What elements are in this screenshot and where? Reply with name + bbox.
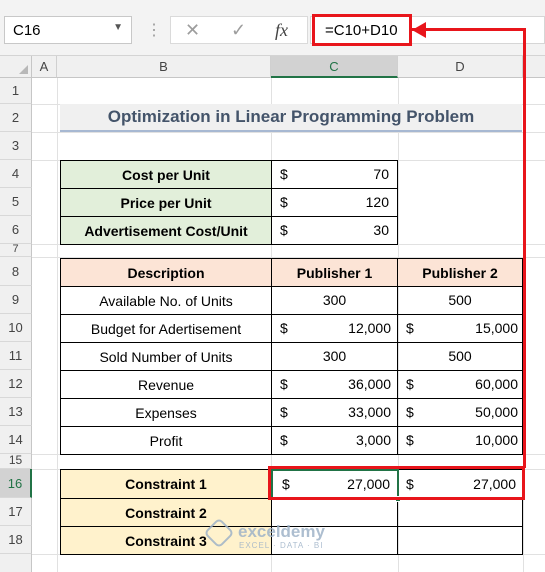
cell-value: 500 [448,348,472,364]
watermark-name: exceldemy [238,522,325,541]
column-header-d[interactable]: D [398,56,523,78]
constraint-2-publisher-2-cell[interactable] [397,498,523,527]
publisher-2-cell[interactable]: 500 [397,286,523,315]
table-header-description[interactable]: Description [60,258,272,287]
currency-symbol: $ [280,376,288,392]
publisher-2-cell[interactable]: 500 [397,342,523,371]
formula-buttons: ✕ ✓ fx [170,16,308,44]
cell-value: 500 [448,292,472,308]
table-row-label[interactable]: Sold Number of Units [60,342,272,371]
row-header[interactable]: 3 [0,132,32,160]
sheet-title[interactable]: Optimization in Linear Programming Probl… [60,104,522,132]
currency-symbol: $ [280,404,288,420]
input-label-cell[interactable]: Price per Unit [60,188,272,217]
input-value-cell[interactable]: $ 30 [271,216,398,245]
input-value-cell[interactable]: $ 70 [271,160,398,189]
currency-symbol: $ [280,166,288,182]
row-header[interactable]: 17 [0,498,32,526]
publisher-2-cell[interactable]: $ 10,000 [397,426,523,455]
cell-value: 15,000 [475,320,518,336]
cell-value: 10,000 [475,432,518,448]
gridline [57,78,58,572]
arrow-line [412,28,526,31]
column-header-e[interactable] [523,56,545,78]
table-row-label[interactable]: Budget for Adertisement [60,314,272,343]
cell-value: 300 [322,292,347,308]
row-header[interactable]: 2 [0,104,32,132]
currency-symbol: $ [406,320,414,336]
currency-symbol: $ [406,432,414,448]
more-options-icon: ⋮ [146,22,162,39]
currency-symbol: $ [406,376,414,392]
cell-value: 36,000 [348,376,391,392]
column-header-b[interactable]: B [57,56,271,78]
table-header-publisher-1[interactable]: Publisher 1 [271,258,398,287]
cell-value: 300 [322,348,347,364]
highlight-box [268,466,525,500]
row-header[interactable]: 10 [0,314,32,342]
publisher-1-cell[interactable]: $ 33,000 [271,398,398,427]
publisher-1-cell[interactable]: 300 [271,342,398,371]
table-header-publisher-2[interactable]: Publisher 2 [397,258,523,287]
constraint-label[interactable]: Constraint 1 [60,469,272,499]
input-value: 30 [373,222,389,238]
gridline [32,132,545,133]
row-header[interactable]: 8 [0,257,32,286]
publisher-1-cell[interactable]: 300 [271,286,398,315]
arrow-head-icon [412,22,426,38]
currency-symbol: $ [280,222,288,238]
input-label-cell[interactable]: Advertisement Cost/Unit [60,216,272,245]
watermark-tagline: EXCEL · DATA · BI [239,541,324,550]
enter-icon[interactable]: ✓ [231,20,246,41]
constraint-3-publisher-2-cell[interactable] [397,526,523,555]
input-value: 120 [365,194,389,210]
row-header[interactable]: 18 [0,526,32,554]
table-row-label[interactable]: Profit [60,426,272,455]
name-box-value: C16 [13,22,41,39]
input-label-cell[interactable]: Cost per Unit [60,160,272,189]
formula-text[interactable]: =C10+D10 [312,14,412,46]
row-header[interactable]: 1 [0,78,32,104]
cell-value: 50,000 [475,404,518,420]
cell-value: 3,000 [355,432,391,448]
insert-function-icon[interactable]: fx [275,20,288,41]
table-row-label[interactable]: Expenses [60,398,272,427]
table-row-label[interactable]: Revenue [60,370,272,399]
publisher-1-cell[interactable]: $ 3,000 [271,426,398,455]
column-header-c[interactable]: C [271,56,398,78]
input-value-cell[interactable]: $ 120 [271,188,398,217]
row-header[interactable]: 15 [0,454,32,469]
publisher-1-cell[interactable]: $ 12,000 [271,314,398,343]
cell-value: 33,000 [348,404,391,420]
input-value: 70 [373,166,389,182]
publisher-2-cell[interactable]: $ 60,000 [397,370,523,399]
row-header[interactable]: 6 [0,216,32,244]
row-header[interactable]: 4 [0,160,32,188]
publisher-1-cell[interactable]: $ 36,000 [271,370,398,399]
currency-symbol: $ [406,404,414,420]
row-header[interactable]: 11 [0,342,32,370]
chevron-down-icon[interactable]: ▼ [113,22,123,33]
currency-symbol: $ [280,320,288,336]
cell-value: 12,000 [348,320,391,336]
row-header[interactable]: 9 [0,286,32,314]
row-header[interactable]: 7 [0,244,32,257]
cancel-icon[interactable]: ✕ [185,20,200,41]
table-row-label[interactable]: Available No. of Units [60,286,272,315]
currency-symbol: $ [280,432,288,448]
publisher-2-cell[interactable]: $ 50,000 [397,398,523,427]
row-header[interactable]: 14 [0,426,32,454]
row-header[interactable]: 16 [0,469,32,498]
name-box[interactable]: C16 ▼ [4,16,132,44]
column-header-a[interactable]: A [32,56,57,78]
publisher-2-cell[interactable]: $ 15,000 [397,314,523,343]
row-header[interactable]: 12 [0,370,32,398]
row-header[interactable]: 5 [0,188,32,216]
arrow-line [523,28,526,468]
row-header[interactable] [0,554,32,572]
cell-value: 60,000 [475,376,518,392]
select-all-corner[interactable] [0,56,32,78]
row-header[interactable]: 13 [0,398,32,426]
currency-symbol: $ [280,194,288,210]
